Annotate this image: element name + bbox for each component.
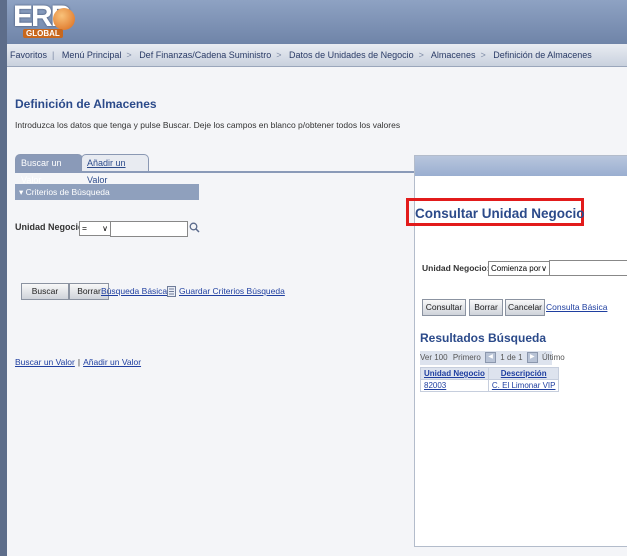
results-nav: Ver 100 Primero ◀ 1 de 1 ▶ Último — [420, 351, 565, 365]
instructions-text: Introduzca los datos que tenga y pulse B… — [15, 120, 401, 130]
breadcrumb-separator: > — [276, 50, 282, 60]
criteria-header-label: Criterios de Búsqueda — [25, 187, 110, 197]
breadcrumb-separator: > — [126, 50, 132, 60]
view-all-link[interactable]: Ver 100 — [420, 353, 448, 362]
cell-unidad-negocio[interactable]: 82003 — [420, 379, 489, 392]
erp-logo: ERP GLOBAL — [13, 0, 75, 42]
unidad-negocio-input[interactable] — [110, 221, 188, 237]
first-link[interactable]: Primero — [453, 353, 481, 362]
triangle-down-icon: ▾ — [19, 187, 24, 197]
bottom-links: Buscar un Valor | Añadir un Valor — [15, 357, 141, 367]
top-banner: ERP GLOBAL — [7, 0, 627, 44]
app-window: ERP GLOBAL Favoritos | Menú Principal > De… — [7, 0, 627, 556]
search-button[interactable]: Buscar — [21, 283, 69, 300]
table-row: 82003 C. El Limonar VIP — [420, 379, 560, 392]
breadcrumb-item-def-finanzas[interactable]: Def Finanzas/Cadena Suministro — [139, 50, 271, 60]
popup-cancel-button[interactable]: Cancelar — [505, 299, 545, 316]
operator-select[interactable]: = ∨ — [79, 221, 111, 236]
last-link[interactable]: Último — [542, 353, 565, 362]
save-criteria-link[interactable]: Guardar Criterios Búsqueda — [179, 286, 285, 296]
lookup-icon[interactable] — [189, 222, 200, 233]
anadir-valor-link[interactable]: Añadir un Valor — [83, 357, 141, 367]
logo-subtext: GLOBAL — [23, 29, 63, 38]
operator-value: = — [82, 223, 87, 233]
save-criteria-icon — [167, 286, 176, 297]
popup-unidad-negocio-input[interactable] — [549, 260, 627, 276]
breadcrumb-item-almacenes[interactable]: Almacenes — [431, 50, 476, 60]
chevron-down-icon: ∨ — [102, 224, 108, 233]
popup-operator-value: Comienza por — [491, 264, 541, 273]
cell-descripcion[interactable]: C. El Limonar VIP — [487, 379, 560, 392]
tab-divider — [15, 171, 415, 173]
range-text: 1 de 1 — [500, 353, 523, 362]
col-unidad-negocio[interactable]: Unidad Negocio — [420, 367, 489, 380]
lookup-popup: Consultar Unidad Negocio Unidad Negocio:… — [406, 155, 627, 547]
popup-title: Consultar Unidad Negocio — [415, 206, 585, 221]
next-arrow-icon[interactable]: ▶ — [526, 352, 538, 364]
breadcrumb-item-datos-unidades[interactable]: Datos de Unidades de Negocio — [289, 50, 414, 60]
breadcrumb-item-menu-principal[interactable]: Menú Principal — [62, 50, 122, 60]
unidad-negocio-label: Unidad Negocio: — [15, 222, 87, 232]
chevron-down-icon: ∨ — [541, 262, 547, 275]
basic-search-link[interactable]: Búsqueda Básica — [101, 286, 167, 296]
breadcrumb-separator: > — [418, 50, 424, 60]
breadcrumb-item-favoritos[interactable]: Favoritos — [7, 50, 47, 60]
tab-anadir-valor[interactable]: Añadir un Valor — [81, 154, 149, 185]
breadcrumb-separator: > — [480, 50, 486, 60]
criteria-header[interactable]: ▾ Criterios de Búsqueda — [15, 184, 199, 200]
popup-search-button[interactable]: Consultar — [422, 299, 466, 316]
highlight-box: Consultar Unidad Negocio — [406, 198, 585, 226]
breadcrumb-item-definicion-almacenes[interactable]: Definición de Almacenes — [493, 50, 592, 60]
page-title: Definición de Almacenes — [15, 97, 157, 111]
breadcrumb: Favoritos | Menú Principal > Def Finanzas/… — [7, 44, 627, 67]
popup-unidad-negocio-label: Unidad Negocio: — [422, 263, 490, 273]
link-divider: | — [77, 357, 81, 367]
col-descripcion[interactable]: Descripción — [487, 367, 560, 380]
results-table: Unidad Negocio Descripción 82003 C. El L… — [420, 367, 560, 392]
buscar-valor-link[interactable]: Buscar un Valor — [15, 357, 75, 367]
popup-basic-search-link[interactable]: Consulta Básica — [546, 302, 607, 312]
table-header-row: Unidad Negocio Descripción — [420, 367, 560, 380]
tab-buscar-valor[interactable]: Buscar un Valor — [15, 154, 83, 185]
breadcrumb-separator: | — [52, 50, 55, 60]
globe-icon — [53, 8, 75, 30]
popup-clear-button[interactable]: Borrar — [469, 299, 503, 316]
prev-arrow-icon[interactable]: ◀ — [485, 352, 497, 364]
popup-header — [415, 156, 627, 176]
results-title: Resultados Búsqueda — [420, 331, 547, 345]
popup-operator-select[interactable]: Comienza por ∨ — [488, 261, 550, 276]
